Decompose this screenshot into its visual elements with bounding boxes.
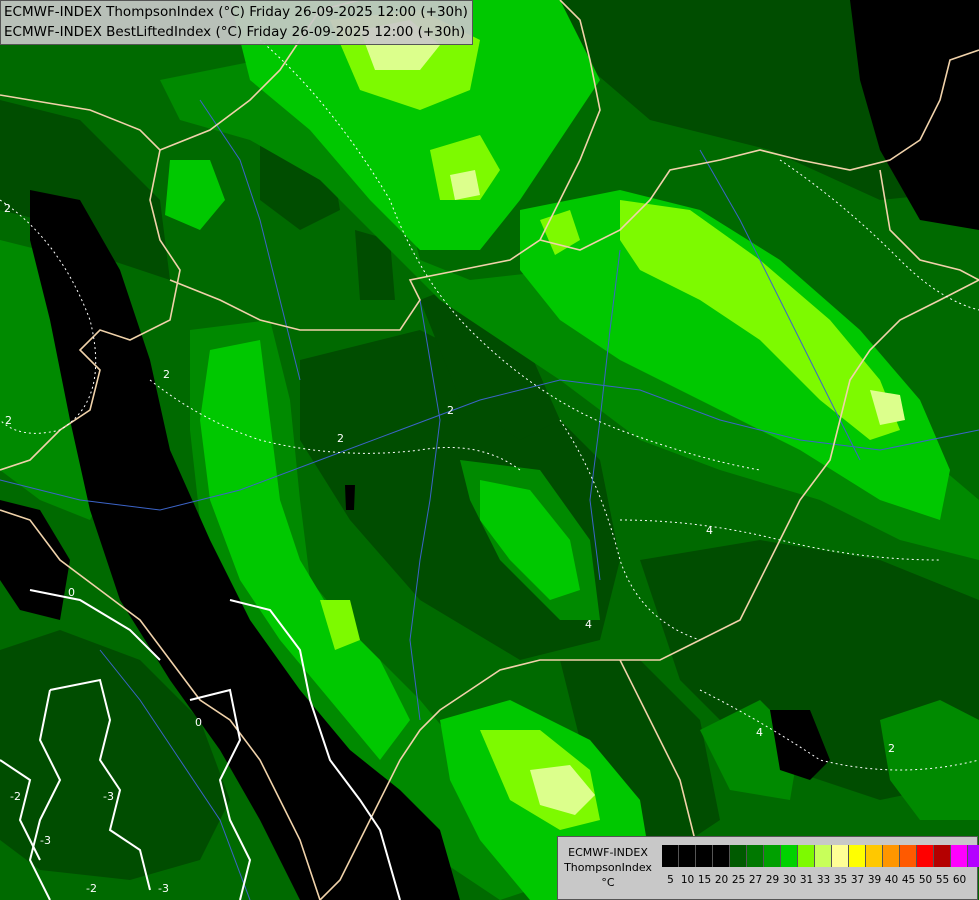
contour-label: -3 (158, 882, 169, 895)
legend-swatch (934, 845, 951, 867)
contour-label: 0 (195, 716, 202, 729)
contour-label: -2 (86, 882, 97, 895)
legend-swatch (900, 845, 917, 867)
contour-label: 2 (337, 432, 344, 445)
legend-unit: °C (601, 876, 615, 889)
contour-label: -3 (40, 834, 51, 847)
legend-tick-label: 31 (799, 874, 814, 886)
legend-tick-label: 33 (816, 874, 831, 886)
legend-swatch (883, 845, 900, 867)
legend-tick-label: 10 (680, 874, 695, 886)
legend-swatch (662, 845, 679, 867)
map-title-bestlifted: ECMWF-INDEX BestLiftedIndex (°C) Friday … (4, 24, 466, 40)
legend-swatch (968, 845, 979, 867)
legend-tick-label: 50 (918, 874, 933, 886)
contour-label: 4 (585, 618, 592, 631)
legend-tick-label: 35 (833, 874, 848, 886)
legend-swatch (764, 845, 781, 867)
legend-model: ECMWF-INDEX (568, 846, 648, 859)
legend-swatch (781, 845, 798, 867)
legend-tick-label: 40 (884, 874, 899, 886)
legend-tick-label: 37 (850, 874, 865, 886)
legend-tick-label: 45 (901, 874, 916, 886)
legend-swatch (951, 845, 968, 867)
legend-swatch (815, 845, 832, 867)
color-legend: ECMWF-INDEX ThompsonIndex °C 5 10 15 20 25 27… (557, 836, 979, 900)
legend-swatch (679, 845, 696, 867)
contour-label: 2 (5, 414, 12, 427)
legend-swatch (866, 845, 883, 867)
contour-label: -3 (103, 790, 114, 803)
legend-swatch (832, 845, 849, 867)
legend-tick-label: 15 (697, 874, 712, 886)
map-title-thompson: ECMWF-INDEX ThompsonIndex (°C) Friday 26… (4, 4, 468, 20)
map-title-box: ECMWF-INDEX ThompsonIndex (°C) Friday 26… (0, 0, 473, 45)
legend-tick-label: 30 (782, 874, 797, 886)
legend-label: ECMWF-INDEX ThompsonIndex °C (562, 845, 654, 890)
contour-label: 0 (68, 586, 75, 599)
legend-tick-label: 60 (952, 874, 967, 886)
legend-tick-label: 55 (935, 874, 950, 886)
legend-swatch (849, 845, 866, 867)
contour-label: 2 (447, 404, 454, 417)
contour-label: 2 (163, 368, 170, 381)
legend-tick-label: 39 (867, 874, 882, 886)
legend-parameter: ThompsonIndex (564, 861, 652, 874)
legend-swatch (798, 845, 815, 867)
legend-tick-label: 25 (731, 874, 746, 886)
legend-swatch (917, 845, 934, 867)
contour-label: 2 (4, 202, 11, 215)
weather-map: 2 2 2 2 2 4 4 4 2 0 0 -3 -2 -3 -2 -3 (0, 0, 979, 900)
contour-label: 2 (888, 742, 895, 755)
contour-label: 4 (756, 726, 763, 739)
legend-swatches (662, 845, 979, 867)
legend-swatch (747, 845, 764, 867)
legend-swatch (713, 845, 730, 867)
legend-swatch (696, 845, 713, 867)
contour-label: 4 (706, 524, 713, 537)
contour-label: -2 (10, 790, 21, 803)
legend-tick-label: 5 (667, 874, 674, 886)
legend-tick-label: 29 (765, 874, 780, 886)
legend-tick-label: 27 (748, 874, 763, 886)
legend-tick-label: 20 (714, 874, 729, 886)
legend-swatch (730, 845, 747, 867)
